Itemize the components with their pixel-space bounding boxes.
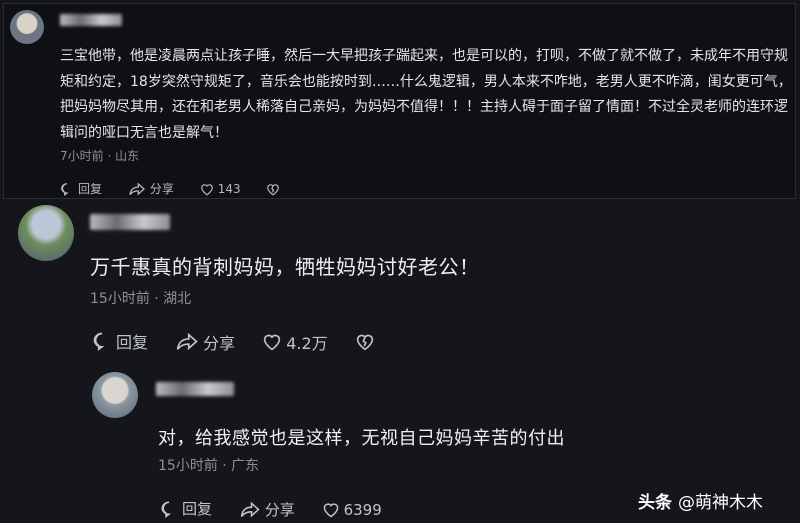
share-icon	[129, 181, 145, 196]
broken-heart-icon	[356, 334, 373, 351]
comment-meta: 7小时前 · 山东	[60, 149, 140, 163]
like-button[interactable]: 143	[200, 182, 241, 196]
reply-actions: 回复 分享 6399	[160, 498, 404, 522]
chat-bubble-icon	[61, 182, 69, 196]
watermark: 头条 @萌神木木	[638, 488, 763, 513]
like-count: 143	[217, 182, 241, 196]
chat-bubble-icon	[161, 501, 172, 518]
like-button[interactable]: 4.2万	[262, 330, 328, 354]
share-icon	[240, 501, 260, 517]
share-icon	[176, 332, 198, 351]
username-blurred[interactable]	[90, 214, 170, 230]
avatar[interactable]	[92, 372, 138, 418]
avatar[interactable]	[18, 205, 74, 261]
share-label: 分享	[203, 333, 236, 353]
share-label: 分享	[149, 182, 174, 196]
share-button[interactable]: 分享	[175, 330, 235, 354]
reply-text: 对，给我感觉也是这样，无视自己妈妈辛苦的付出	[158, 428, 565, 449]
reply-button[interactable]: 回复	[60, 180, 102, 197]
username-blurred[interactable]	[156, 382, 234, 396]
like-button[interactable]: 6399	[322, 501, 382, 519]
share-button[interactable]: 分享	[239, 499, 295, 520]
comment-actions: 回复 分享 4.2万	[92, 329, 401, 355]
share-button[interactable]: 分享	[128, 180, 174, 197]
comment-text: 三宝他带，他是凌晨两点让孩子睡，然后一大早把孩子踹起来，也是可以的，打呗，不做了…	[60, 48, 792, 141]
comment-text: 万千惠真的背刺妈妈，牺牲妈妈讨好老公！	[90, 255, 480, 279]
heart-icon	[323, 502, 338, 517]
heart-icon	[264, 334, 281, 351]
reply-label: 回复	[78, 182, 103, 196]
avatar[interactable]	[10, 10, 44, 44]
username-blurred[interactable]	[60, 14, 122, 26]
like-count: 4.2万	[286, 334, 328, 353]
comment-actions: 回复 分享 143	[60, 180, 306, 199]
reply-button[interactable]: 回复	[160, 498, 212, 519]
reply-label: 回复	[116, 333, 149, 352]
comment-meta: 15小时前 · 湖北	[90, 291, 192, 307]
chat-bubble-icon	[93, 332, 105, 351]
broken-heart-icon	[267, 183, 280, 195]
watermark-brand: 头条	[638, 493, 672, 513]
reply-label: 回复	[182, 500, 213, 518]
like-count: 6399	[343, 500, 382, 519]
reply-button[interactable]: 回复	[92, 329, 148, 353]
reply-meta: 15小时前 · 广东	[158, 458, 260, 474]
heart-icon	[200, 183, 213, 195]
share-label: 分享	[264, 500, 295, 519]
dislike-button[interactable]	[355, 333, 379, 351]
watermark-handle: @萌神木木	[678, 493, 763, 513]
dislike-button[interactable]	[266, 183, 284, 196]
